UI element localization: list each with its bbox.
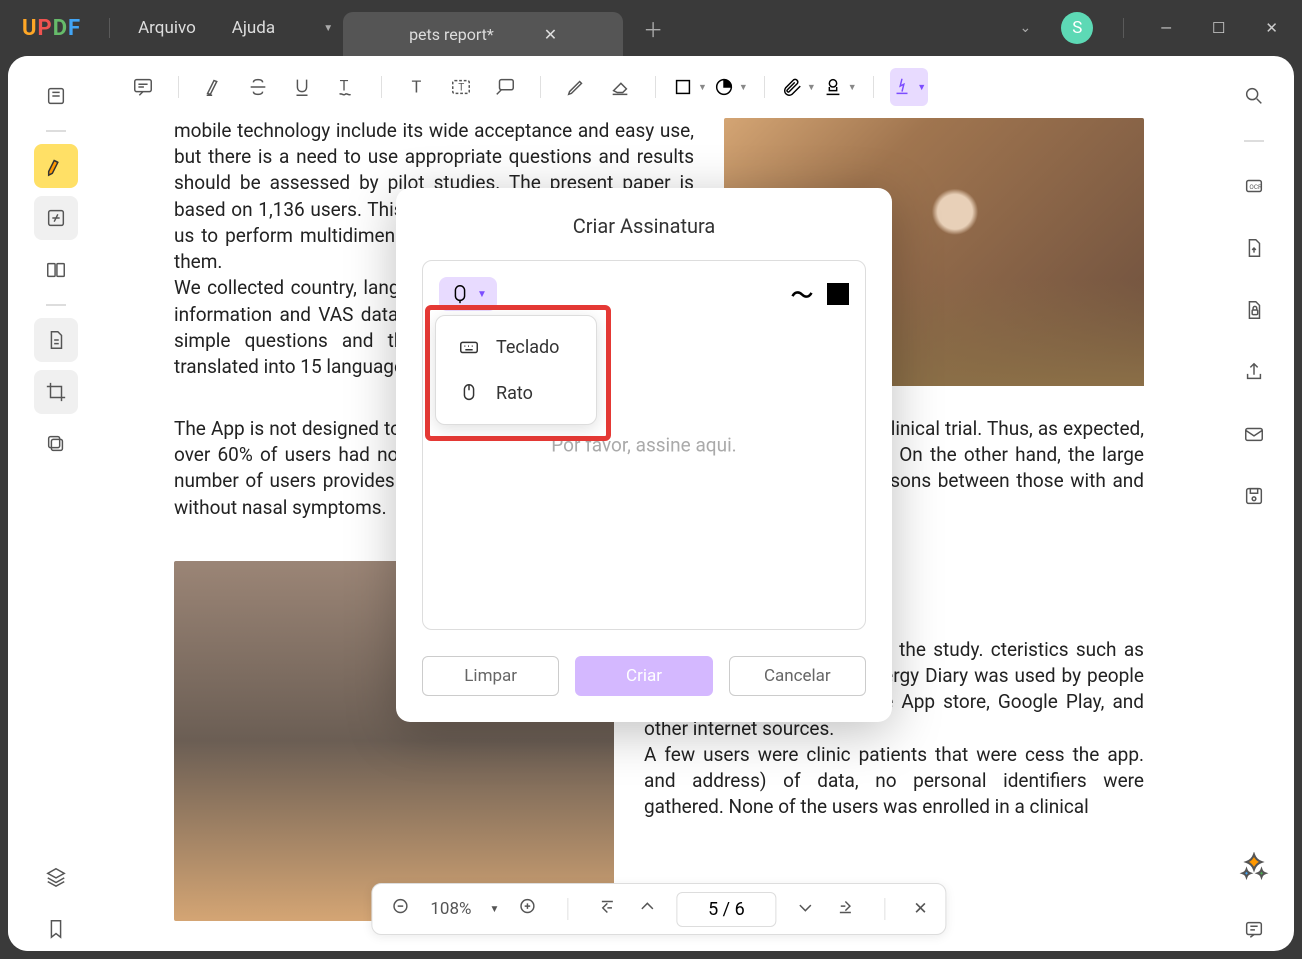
zoom-level[interactable]: 108%: [430, 899, 471, 919]
callout-icon[interactable]: [486, 68, 524, 106]
minimize-button[interactable]: —: [1146, 11, 1186, 45]
sticker-dropdown[interactable]: ▼: [713, 76, 748, 98]
cancel-button[interactable]: Cancelar: [729, 656, 866, 696]
create-signature-modal: Criar Assinatura ▼ 〜 Teclado Rato Por fa…: [396, 188, 892, 722]
first-page-button[interactable]: [596, 896, 618, 923]
window-dropdown-icon[interactable]: ⌄: [1010, 14, 1042, 42]
pages-tool[interactable]: [34, 248, 78, 292]
stamp-dropdown[interactable]: ▼: [822, 76, 857, 98]
highlighter-icon[interactable]: [195, 68, 233, 106]
layers-tool[interactable]: [34, 855, 78, 899]
tab-title: pets report*: [409, 25, 494, 44]
squiggly-icon[interactable]: T: [327, 68, 365, 106]
modal-title: Criar Assinatura: [422, 214, 866, 238]
left-sidebar: [8, 56, 104, 951]
divider: [1123, 18, 1124, 38]
copy-tool[interactable]: [34, 422, 78, 466]
menu-file[interactable]: Arquivo: [120, 10, 214, 46]
option-label: Rato: [496, 383, 533, 404]
edit-tool[interactable]: [34, 196, 78, 240]
highlight-tool[interactable]: [34, 144, 78, 188]
tab-list-dropdown[interactable]: ▼: [313, 8, 343, 48]
signature-dropdown[interactable]: ▼: [890, 68, 928, 106]
method-dropdown-menu: Teclado Rato: [435, 315, 597, 425]
signature-placeholder: Por favor, assine aqui.: [551, 434, 736, 457]
stroke-style-icon[interactable]: 〜: [791, 278, 813, 310]
create-button[interactable]: Criar: [575, 656, 712, 696]
svg-text:OCR: OCR: [1249, 183, 1262, 191]
close-nav-button[interactable]: ✕: [913, 899, 927, 919]
last-page-button[interactable]: [834, 896, 856, 923]
app-logo: UPDF: [22, 16, 81, 41]
menu-help[interactable]: Ajuda: [214, 10, 293, 46]
notes-icon[interactable]: [1232, 907, 1276, 951]
zoom-in-button[interactable]: [517, 896, 539, 923]
form-tool[interactable]: [34, 318, 78, 362]
svg-text:T: T: [412, 79, 422, 98]
color-picker[interactable]: [827, 283, 849, 305]
strikethrough-icon[interactable]: [239, 68, 277, 106]
tab-add-button[interactable]: ＋: [643, 14, 663, 43]
attachment-dropdown[interactable]: ▼: [781, 76, 816, 98]
prev-page-button[interactable]: [636, 896, 658, 923]
user-avatar[interactable]: S: [1061, 12, 1093, 44]
titlebar: UPDF Arquivo Ajuda ▼ pets report* ✕ ＋ ⌄ …: [0, 0, 1302, 56]
crop-tool[interactable]: [34, 370, 78, 414]
document-tab[interactable]: pets report* ✕: [343, 12, 623, 56]
zoom-dropdown[interactable]: ▼: [489, 904, 499, 915]
signature-canvas-area[interactable]: ▼ 〜 Teclado Rato Por favor, assine aqui.: [422, 260, 866, 630]
page-input[interactable]: [676, 892, 776, 927]
search-icon[interactable]: [1232, 74, 1276, 118]
signature-method-dropdown[interactable]: ▼: [439, 277, 497, 311]
reader-tool[interactable]: [34, 74, 78, 118]
textbox-icon[interactable]: T: [442, 68, 480, 106]
annotation-toolbar: T T T ▼ ▼ ▼ ▼ ▼: [104, 56, 1214, 118]
shape-dropdown[interactable]: ▼: [672, 76, 707, 98]
comment-icon[interactable]: [124, 68, 162, 106]
svg-text:T: T: [458, 83, 464, 94]
bookmark-tool[interactable]: [34, 907, 78, 951]
underline-icon[interactable]: [283, 68, 321, 106]
share-icon[interactable]: [1232, 350, 1276, 394]
ai-assistant-icon[interactable]: [1232, 845, 1276, 889]
pencil-icon[interactable]: [557, 68, 595, 106]
close-button[interactable]: ✕: [1251, 11, 1292, 45]
page-navigation: 108% ▼ ✕: [371, 883, 946, 935]
ocr-icon[interactable]: OCR: [1232, 164, 1276, 208]
text-icon[interactable]: T: [398, 68, 436, 106]
option-label: Teclado: [496, 337, 559, 358]
clear-button[interactable]: Limpar: [422, 656, 559, 696]
separator: [46, 304, 66, 306]
tab-close-icon[interactable]: ✕: [544, 25, 557, 44]
maximize-button[interactable]: ☐: [1198, 11, 1239, 45]
protect-icon[interactable]: [1232, 288, 1276, 332]
method-keyboard-option[interactable]: Teclado: [436, 324, 596, 370]
zoom-out-button[interactable]: [390, 896, 412, 923]
eraser-icon[interactable]: [601, 68, 639, 106]
save-icon[interactable]: [1232, 474, 1276, 518]
right-sidebar: OCR: [1214, 56, 1294, 951]
convert-icon[interactable]: [1232, 226, 1276, 270]
next-page-button[interactable]: [794, 896, 816, 923]
email-icon[interactable]: [1232, 412, 1276, 456]
method-mouse-option[interactable]: Rato: [436, 370, 596, 416]
divider: [109, 18, 110, 38]
svg-text:T: T: [340, 77, 349, 95]
separator: [1244, 140, 1264, 142]
separator: [46, 130, 66, 132]
